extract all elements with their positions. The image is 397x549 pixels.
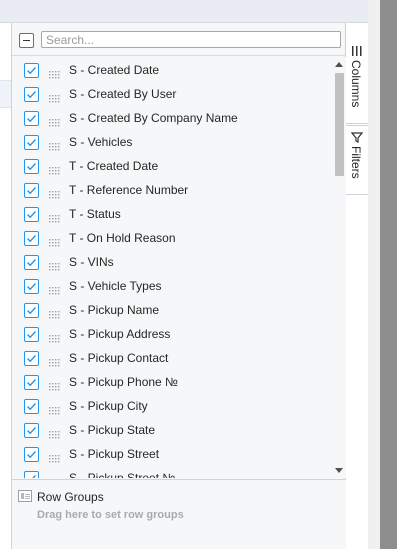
column-list-item[interactable]: S - Created Date bbox=[12, 58, 332, 82]
column-visibility-checkbox[interactable] bbox=[24, 135, 39, 150]
column-visibility-checkbox[interactable] bbox=[24, 351, 39, 366]
row-groups-drop-zone[interactable]: Row Groups Drag here to set row groups bbox=[12, 479, 346, 549]
drag-handle-icon[interactable] bbox=[49, 186, 61, 199]
column-visibility-checkbox[interactable] bbox=[24, 447, 39, 462]
tab-filters-label: Filters bbox=[349, 146, 363, 179]
column-visibility-checkbox[interactable] bbox=[24, 423, 39, 438]
column-list-item[interactable]: S - Created By Company Name bbox=[12, 106, 332, 130]
columns-panel-header bbox=[12, 23, 346, 56]
column-label: S - Vehicles bbox=[69, 135, 133, 149]
columns-tool-panel: S - Created Date S - Created By User S - C… bbox=[11, 23, 346, 549]
column-list-scrollbar[interactable] bbox=[332, 57, 346, 478]
column-list-item[interactable]: S - Vehicles bbox=[12, 130, 332, 154]
column-label: S - Pickup Name bbox=[69, 303, 160, 317]
row-groups-icon bbox=[18, 490, 32, 502]
scrollbar-thumb[interactable] bbox=[335, 73, 344, 176]
column-visibility-checkbox[interactable] bbox=[24, 375, 39, 390]
column-list-item[interactable]: S - Pickup Address bbox=[12, 322, 332, 346]
tab-columns-label: Columns bbox=[349, 60, 363, 108]
column-list-item[interactable]: T - On Hold Reason bbox=[12, 226, 332, 250]
column-visibility-checkbox[interactable] bbox=[24, 159, 39, 174]
column-label: S - Pickup City bbox=[69, 399, 148, 413]
drag-handle-icon[interactable] bbox=[49, 282, 61, 295]
column-list-item[interactable]: S - Pickup City bbox=[12, 394, 332, 418]
column-list-item[interactable]: S - Pickup Contact bbox=[12, 346, 332, 370]
column-label: T - On Hold Reason bbox=[69, 231, 176, 245]
column-label: S - Created By User bbox=[69, 87, 177, 101]
column-visibility-checkbox[interactable] bbox=[24, 303, 39, 318]
column-list-item[interactable]: S - Pickup Name bbox=[12, 298, 332, 322]
drag-handle-icon[interactable] bbox=[49, 426, 61, 439]
column-list-item[interactable]: S - Pickup Street № bbox=[12, 466, 332, 478]
column-list: S - Created Date S - Created By User S - C… bbox=[12, 57, 332, 478]
drag-handle-icon[interactable] bbox=[49, 306, 61, 319]
column-list-item[interactable]: T - Status bbox=[12, 202, 332, 226]
column-visibility-checkbox[interactable] bbox=[24, 87, 39, 102]
column-visibility-checkbox[interactable] bbox=[24, 183, 39, 198]
drag-handle-icon[interactable] bbox=[49, 234, 61, 247]
drag-handle-icon[interactable] bbox=[49, 354, 61, 367]
drag-handle-icon[interactable] bbox=[49, 450, 61, 463]
drag-handle-icon[interactable] bbox=[49, 378, 61, 391]
drag-handle-icon[interactable] bbox=[49, 330, 61, 343]
column-list-item[interactable]: T - Created Date bbox=[12, 154, 332, 178]
drag-handle-icon[interactable] bbox=[49, 114, 61, 127]
column-visibility-checkbox[interactable] bbox=[24, 111, 39, 126]
grid-vertical-gutter bbox=[368, 0, 380, 549]
column-visibility-checkbox[interactable] bbox=[24, 471, 39, 478]
column-list-item[interactable]: S - VINs bbox=[12, 250, 332, 274]
column-list-item[interactable]: S - Pickup Street bbox=[12, 442, 332, 466]
row-groups-title: Row Groups bbox=[37, 490, 104, 504]
drag-handle-icon[interactable] bbox=[49, 402, 61, 415]
column-visibility-checkbox[interactable] bbox=[24, 255, 39, 270]
drag-handle-icon[interactable] bbox=[49, 66, 61, 79]
grid-header-strip bbox=[0, 0, 368, 23]
column-visibility-checkbox[interactable] bbox=[24, 63, 39, 78]
drag-handle-icon[interactable] bbox=[49, 258, 61, 271]
column-visibility-checkbox[interactable] bbox=[24, 279, 39, 294]
column-label: S - Vehicle Types bbox=[69, 279, 162, 293]
column-visibility-checkbox[interactable] bbox=[24, 327, 39, 342]
grid-tool-panel-screen: S - Created Date S - Created By User S - C… bbox=[0, 0, 397, 549]
drag-handle-icon[interactable] bbox=[49, 210, 61, 223]
column-visibility-checkbox[interactable] bbox=[24, 231, 39, 246]
drag-handle-icon[interactable] bbox=[49, 138, 61, 151]
tab-columns[interactable]: Columns bbox=[346, 40, 368, 124]
page-scrollbar[interactable] bbox=[380, 0, 397, 549]
columns-icon bbox=[352, 46, 362, 56]
column-visibility-checkbox[interactable] bbox=[24, 399, 39, 414]
column-label: T - Created Date bbox=[69, 159, 159, 173]
column-label: S - VINs bbox=[69, 255, 114, 269]
drag-handle-icon[interactable] bbox=[49, 162, 61, 175]
column-list-item[interactable]: S - Created By User bbox=[12, 82, 332, 106]
drag-handle-icon[interactable] bbox=[49, 90, 61, 103]
column-list-item[interactable]: S - Pickup Phone № bbox=[12, 370, 332, 394]
filter-icon bbox=[351, 132, 363, 143]
column-label: S - Pickup Street bbox=[69, 447, 160, 461]
column-label: S - Pickup State bbox=[69, 423, 156, 437]
row-groups-empty-message: Drag here to set row groups bbox=[37, 509, 184, 521]
column-search-input[interactable] bbox=[41, 31, 341, 48]
column-list-item[interactable]: S - Pickup State bbox=[12, 418, 332, 442]
column-visibility-checkbox[interactable] bbox=[24, 207, 39, 222]
column-label: S - Created Date bbox=[69, 63, 160, 77]
scroll-up-arrow-icon[interactable] bbox=[335, 62, 343, 67]
column-label: T - Status bbox=[69, 207, 121, 221]
grid-row-edge bbox=[0, 80, 11, 108]
select-all-checkbox[interactable] bbox=[19, 33, 34, 48]
column-list-item[interactable]: T - Reference Number bbox=[12, 178, 332, 202]
column-label: S - Pickup Address bbox=[69, 327, 171, 341]
column-list-item[interactable]: S - Vehicle Types bbox=[12, 274, 332, 298]
tab-filters[interactable]: Filters bbox=[346, 125, 368, 195]
tool-panel-side-bar: Columns Filters bbox=[346, 23, 368, 549]
column-label: S - Pickup Street № bbox=[69, 471, 176, 478]
column-label: S - Created By Company Name bbox=[69, 111, 238, 125]
column-label: T - Reference Number bbox=[69, 183, 189, 197]
scroll-down-arrow-icon[interactable] bbox=[335, 468, 343, 473]
column-label: S - Pickup Phone № bbox=[69, 375, 178, 389]
drag-handle-icon[interactable] bbox=[49, 474, 61, 478]
column-label: S - Pickup Contact bbox=[69, 351, 169, 365]
